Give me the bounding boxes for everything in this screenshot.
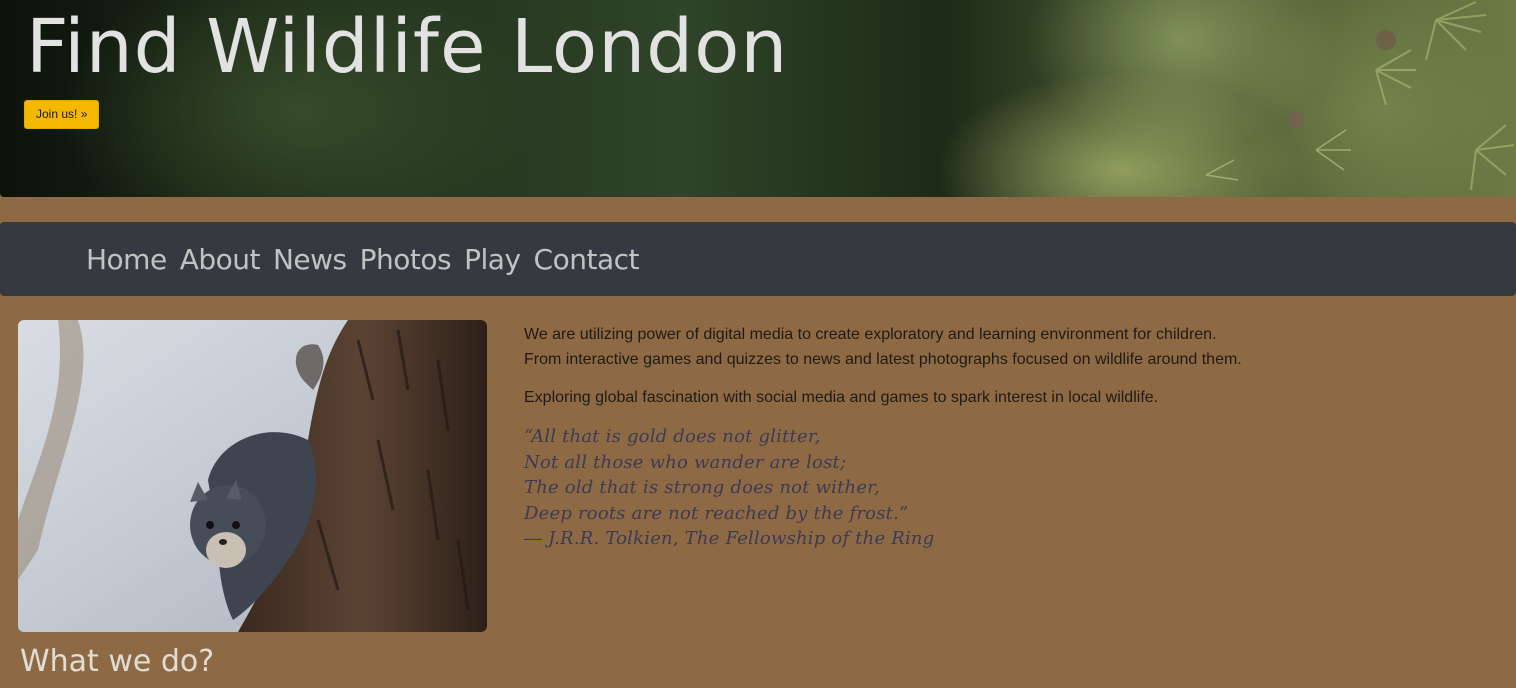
pine-needles-background-image (1205, 1, 1515, 191)
nav-link-photos[interactable]: Photos (360, 243, 452, 276)
tolkien-quote: “All that is gold does not glitter, Not … (524, 424, 1484, 552)
nav-list: Home About News Photos Play Contact (86, 222, 639, 296)
quote-line-4: Deep roots are not reached by the frost.… (524, 502, 909, 524)
about-content: We are utilizing power of digital media … (524, 322, 1484, 552)
what-we-do-heading: What we do? (20, 644, 215, 679)
nav-link-contact[interactable]: Contact (534, 243, 640, 276)
nav-link-news[interactable]: News (273, 243, 347, 276)
squirrel-photo (18, 320, 487, 632)
intro-line-1: We are utilizing power of digital media … (524, 326, 1217, 343)
mission-paragraph: Exploring global fascination with social… (524, 389, 1159, 406)
quote-line-2: Not all those who wander are lost; (524, 451, 847, 473)
squirrel-on-tree-image (18, 320, 487, 632)
quote-line-3: The old that is strong does not wither, (524, 477, 880, 498)
quote-line-1: “All that is gold does not glitter, (524, 426, 821, 447)
intro-paragraph: We are utilizing power of digital media … (524, 322, 1484, 372)
nav-link-home[interactable]: Home (86, 243, 167, 276)
site-title: Find Wildlife London (26, 4, 789, 90)
nav-link-play[interactable]: Play (464, 243, 521, 276)
quote-attribution: ― J.R.R. Tolkien, The Fellowship of the … (524, 528, 935, 549)
hero-banner: Find Wildlife London Join us! » (0, 0, 1516, 197)
nav-link-about[interactable]: About (180, 243, 261, 276)
join-us-button[interactable]: Join us! » (24, 100, 100, 129)
intro-line-2: From interactive games and quizzes to ne… (524, 351, 1242, 368)
main-navbar: Home About News Photos Play Contact (0, 222, 1516, 296)
